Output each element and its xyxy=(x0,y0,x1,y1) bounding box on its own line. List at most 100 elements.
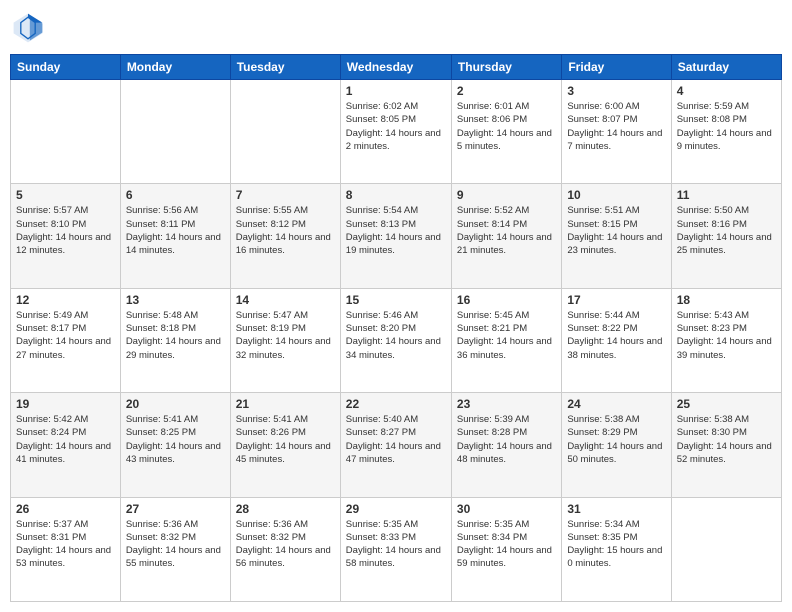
day-number: 13 xyxy=(126,293,225,307)
day-number: 23 xyxy=(457,397,556,411)
week-row-5: 26 Sunrise: 5:37 AM Sunset: 8:31 PM Dayli… xyxy=(11,497,782,601)
day-cell: 24 Sunrise: 5:38 AM Sunset: 8:29 PM Dayli… xyxy=(562,393,671,497)
day-cell: 30 Sunrise: 5:35 AM Sunset: 8:34 PM Dayli… xyxy=(451,497,561,601)
day-number: 26 xyxy=(16,502,115,516)
logo-icon xyxy=(10,10,46,46)
day-cell: 14Sunrise: 5:47 AM Sunset: 8:19 PM Dayli… xyxy=(230,288,340,392)
day-number: 27 xyxy=(126,502,225,516)
day-info: Sunrise: 5:39 AM Sunset: 8:28 PM Dayligh… xyxy=(457,413,556,466)
day-info: Sunrise: 5:46 AM Sunset: 8:20 PM Dayligh… xyxy=(346,309,446,362)
day-cell: 17 Sunrise: 5:44 AM Sunset: 8:22 PM Dayli… xyxy=(562,288,671,392)
calendar: SundayMondayTuesdayWednesdayThursdayFrid… xyxy=(10,54,782,602)
weekday-header-row: SundayMondayTuesdayWednesdayThursdayFrid… xyxy=(11,55,782,80)
day-cell: 1 Sunrise: 6:02 AM Sunset: 8:05 PM Daylig… xyxy=(340,80,451,184)
page: SundayMondayTuesdayWednesdayThursdayFrid… xyxy=(0,0,792,612)
day-cell: 6 Sunrise: 5:56 AM Sunset: 8:11 PM Daylig… xyxy=(120,184,230,288)
day-info: Sunrise: 6:00 AM Sunset: 8:07 PM Dayligh… xyxy=(567,100,665,153)
weekday-header-friday: Friday xyxy=(562,55,671,80)
day-number: 15 xyxy=(346,293,446,307)
day-number: 24 xyxy=(567,397,665,411)
weekday-header-saturday: Saturday xyxy=(671,55,781,80)
day-info: Sunrise: 5:52 AM Sunset: 8:14 PM Dayligh… xyxy=(457,204,556,257)
day-info: Sunrise: 5:35 AM Sunset: 8:33 PM Dayligh… xyxy=(346,518,446,571)
day-info: Sunrise: 5:38 AM Sunset: 8:29 PM Dayligh… xyxy=(567,413,665,466)
day-info: Sunrise: 5:37 AM Sunset: 8:31 PM Dayligh… xyxy=(16,518,115,571)
day-cell: 12Sunrise: 5:49 AM Sunset: 8:17 PM Dayli… xyxy=(11,288,121,392)
day-info: Sunrise: 5:51 AM Sunset: 8:15 PM Dayligh… xyxy=(567,204,665,257)
week-row-3: 12Sunrise: 5:49 AM Sunset: 8:17 PM Dayli… xyxy=(11,288,782,392)
day-number: 21 xyxy=(236,397,335,411)
day-cell: 26 Sunrise: 5:37 AM Sunset: 8:31 PM Dayli… xyxy=(11,497,121,601)
day-cell: 22Sunrise: 5:40 AM Sunset: 8:27 PM Dayli… xyxy=(340,393,451,497)
day-cell xyxy=(671,497,781,601)
day-cell: 16 Sunrise: 5:45 AM Sunset: 8:21 PM Dayli… xyxy=(451,288,561,392)
weekday-header-thursday: Thursday xyxy=(451,55,561,80)
day-info: Sunrise: 5:38 AM Sunset: 8:30 PM Dayligh… xyxy=(677,413,776,466)
day-cell: 31 Sunrise: 5:34 AM Sunset: 8:35 PM Dayli… xyxy=(562,497,671,601)
day-info: Sunrise: 5:55 AM Sunset: 8:12 PM Dayligh… xyxy=(236,204,335,257)
day-info: Sunrise: 5:50 AM Sunset: 8:16 PM Dayligh… xyxy=(677,204,776,257)
day-cell: 29 Sunrise: 5:35 AM Sunset: 8:33 PM Dayli… xyxy=(340,497,451,601)
day-cell: 18Sunrise: 5:43 AM Sunset: 8:23 PM Dayli… xyxy=(671,288,781,392)
weekday-header-wednesday: Wednesday xyxy=(340,55,451,80)
day-number: 30 xyxy=(457,502,556,516)
day-info: Sunrise: 5:49 AM Sunset: 8:17 PM Dayligh… xyxy=(16,309,115,362)
day-info: Sunrise: 5:41 AM Sunset: 8:26 PM Dayligh… xyxy=(236,413,335,466)
day-number: 16 xyxy=(457,293,556,307)
day-info: Sunrise: 5:47 AM Sunset: 8:19 PM Dayligh… xyxy=(236,309,335,362)
day-number: 25 xyxy=(677,397,776,411)
day-info: Sunrise: 5:54 AM Sunset: 8:13 PM Dayligh… xyxy=(346,204,446,257)
day-number: 2 xyxy=(457,84,556,98)
day-cell: 2 Sunrise: 6:01 AM Sunset: 8:06 PM Daylig… xyxy=(451,80,561,184)
day-cell: 23 Sunrise: 5:39 AM Sunset: 8:28 PM Dayli… xyxy=(451,393,561,497)
day-number: 7 xyxy=(236,188,335,202)
week-row-4: 19Sunrise: 5:42 AM Sunset: 8:24 PM Dayli… xyxy=(11,393,782,497)
day-number: 31 xyxy=(567,502,665,516)
day-number: 5 xyxy=(16,188,115,202)
day-number: 10 xyxy=(567,188,665,202)
day-info: Sunrise: 6:02 AM Sunset: 8:05 PM Dayligh… xyxy=(346,100,446,153)
day-cell: 20 Sunrise: 5:41 AM Sunset: 8:25 PM Dayli… xyxy=(120,393,230,497)
day-number: 29 xyxy=(346,502,446,516)
day-number: 8 xyxy=(346,188,446,202)
weekday-header-tuesday: Tuesday xyxy=(230,55,340,80)
day-info: Sunrise: 6:01 AM Sunset: 8:06 PM Dayligh… xyxy=(457,100,556,153)
day-cell: 5 Sunrise: 5:57 AM Sunset: 8:10 PM Daylig… xyxy=(11,184,121,288)
day-number: 11 xyxy=(677,188,776,202)
header xyxy=(10,10,782,46)
day-number: 19 xyxy=(16,397,115,411)
day-cell: 7 Sunrise: 5:55 AM Sunset: 8:12 PM Daylig… xyxy=(230,184,340,288)
day-info: Sunrise: 5:41 AM Sunset: 8:25 PM Dayligh… xyxy=(126,413,225,466)
day-cell xyxy=(230,80,340,184)
day-number: 20 xyxy=(126,397,225,411)
week-row-2: 5 Sunrise: 5:57 AM Sunset: 8:10 PM Daylig… xyxy=(11,184,782,288)
day-info: Sunrise: 5:57 AM Sunset: 8:10 PM Dayligh… xyxy=(16,204,115,257)
day-number: 3 xyxy=(567,84,665,98)
day-number: 28 xyxy=(236,502,335,516)
day-cell: 15 Sunrise: 5:46 AM Sunset: 8:20 PM Dayli… xyxy=(340,288,451,392)
day-number: 17 xyxy=(567,293,665,307)
day-info: Sunrise: 5:36 AM Sunset: 8:32 PM Dayligh… xyxy=(236,518,335,571)
day-info: Sunrise: 5:44 AM Sunset: 8:22 PM Dayligh… xyxy=(567,309,665,362)
day-info: Sunrise: 5:34 AM Sunset: 8:35 PM Dayligh… xyxy=(567,518,665,571)
day-cell xyxy=(11,80,121,184)
day-cell: 8 Sunrise: 5:54 AM Sunset: 8:13 PM Daylig… xyxy=(340,184,451,288)
day-cell: 3 Sunrise: 6:00 AM Sunset: 8:07 PM Daylig… xyxy=(562,80,671,184)
day-number: 6 xyxy=(126,188,225,202)
day-cell: 19Sunrise: 5:42 AM Sunset: 8:24 PM Dayli… xyxy=(11,393,121,497)
day-cell: 4Sunrise: 5:59 AM Sunset: 8:08 PM Daylig… xyxy=(671,80,781,184)
day-info: Sunrise: 5:43 AM Sunset: 8:23 PM Dayligh… xyxy=(677,309,776,362)
day-cell: 10 Sunrise: 5:51 AM Sunset: 8:15 PM Dayli… xyxy=(562,184,671,288)
day-cell: 13 Sunrise: 5:48 AM Sunset: 8:18 PM Dayli… xyxy=(120,288,230,392)
week-row-1: 1 Sunrise: 6:02 AM Sunset: 8:05 PM Daylig… xyxy=(11,80,782,184)
day-info: Sunrise: 5:45 AM Sunset: 8:21 PM Dayligh… xyxy=(457,309,556,362)
day-info: Sunrise: 5:48 AM Sunset: 8:18 PM Dayligh… xyxy=(126,309,225,362)
day-cell: 9Sunrise: 5:52 AM Sunset: 8:14 PM Daylig… xyxy=(451,184,561,288)
logo xyxy=(10,10,50,46)
day-info: Sunrise: 5:56 AM Sunset: 8:11 PM Dayligh… xyxy=(126,204,225,257)
day-cell: 25 Sunrise: 5:38 AM Sunset: 8:30 PM Dayli… xyxy=(671,393,781,497)
day-number: 4 xyxy=(677,84,776,98)
day-info: Sunrise: 5:35 AM Sunset: 8:34 PM Dayligh… xyxy=(457,518,556,571)
day-cell: 21 Sunrise: 5:41 AM Sunset: 8:26 PM Dayli… xyxy=(230,393,340,497)
day-number: 1 xyxy=(346,84,446,98)
